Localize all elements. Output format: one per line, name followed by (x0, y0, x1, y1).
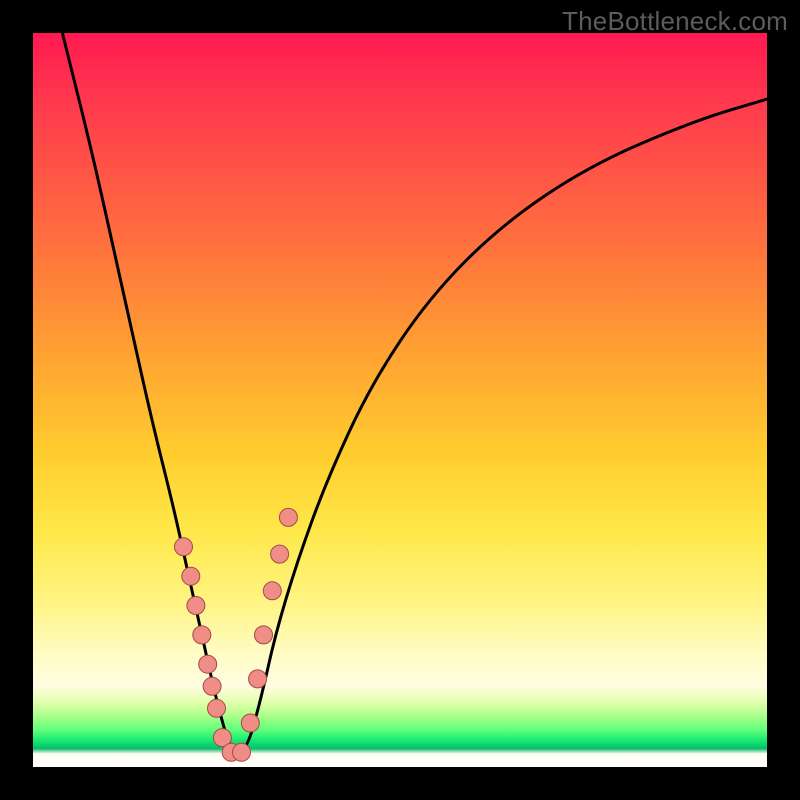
marker-dot (263, 582, 281, 600)
marker-dot (208, 699, 226, 717)
marker-dot (249, 670, 267, 688)
marker-dot (271, 545, 289, 563)
plot-area (33, 33, 767, 767)
chart-svg (33, 33, 767, 767)
marker-dot (255, 626, 273, 644)
marker-dot (175, 538, 193, 556)
marker-dot (279, 508, 297, 526)
marker-dot (182, 567, 200, 585)
chart-frame: TheBottleneck.com (0, 0, 800, 800)
marker-dot (199, 655, 217, 673)
marker-dot (241, 714, 259, 732)
marker-dot (193, 626, 211, 644)
marker-dot (233, 743, 251, 761)
watermark-text: TheBottleneck.com (562, 6, 788, 37)
marker-dot (187, 597, 205, 615)
marker-dot (203, 677, 221, 695)
highlighted-points (175, 508, 298, 761)
bottleneck-curve (62, 33, 767, 752)
